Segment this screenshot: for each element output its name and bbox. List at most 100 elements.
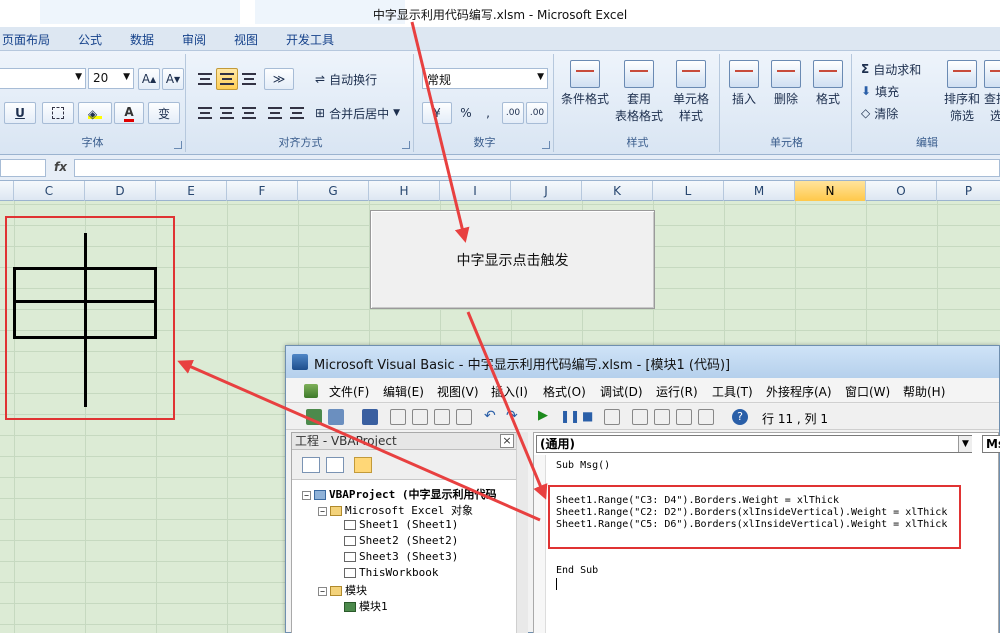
- vba-menu-edit[interactable]: 编辑(E): [383, 383, 424, 400]
- comma-button[interactable]: ,: [480, 102, 496, 124]
- close-icon[interactable]: ×: [500, 434, 514, 448]
- align-right-button[interactable]: [238, 102, 260, 124]
- pause-icon[interactable]: ❚❚: [560, 409, 580, 425]
- vba-menu-run[interactable]: 运行(R): [656, 383, 698, 400]
- number-format-box[interactable]: 常规 ▼: [422, 68, 548, 89]
- find-select-button[interactable]: 查找 选: [984, 60, 1000, 126]
- column-header-h[interactable]: H: [369, 181, 440, 201]
- run-icon[interactable]: ▶: [538, 409, 554, 425]
- object-combo[interactable]: (通用): [536, 435, 972, 453]
- tree-item-sheet1[interactable]: Sheet1 (Sheet1): [344, 518, 458, 531]
- column-header-g[interactable]: G: [298, 181, 369, 201]
- fill-button[interactable]: ⬇ 填充: [860, 80, 924, 102]
- stop-icon[interactable]: ■: [582, 409, 598, 425]
- column-header-e[interactable]: E: [156, 181, 227, 201]
- font-name-box[interactable]: ▼: [0, 68, 86, 89]
- code-line[interactable]: End Sub: [556, 565, 598, 576]
- format-as-table-button[interactable]: 套用 表格格式: [614, 60, 664, 126]
- column-header-l[interactable]: L: [653, 181, 724, 201]
- procedure-combo[interactable]: Ms: [982, 435, 1000, 453]
- vba-menu-format[interactable]: 格式(O): [543, 383, 586, 400]
- merge-center-button[interactable]: ⊞ 合并后居中 ▼: [314, 102, 410, 124]
- design-mode-icon[interactable]: [604, 409, 620, 425]
- tab-formulas[interactable]: 公式: [78, 31, 102, 48]
- toolbox-icon[interactable]: [698, 409, 714, 425]
- percent-button[interactable]: %: [456, 102, 476, 124]
- autosum-button[interactable]: Σ 自动求和: [860, 58, 944, 80]
- conditional-format-button[interactable]: 条件格式: [558, 60, 612, 126]
- decrease-indent-button[interactable]: [264, 102, 286, 124]
- column-header-f[interactable]: F: [227, 181, 298, 201]
- tree-item-vbaproject[interactable]: − VBAProject (中字显示利用代码: [302, 486, 496, 502]
- tab-data[interactable]: 数据: [130, 31, 154, 48]
- macro-trigger-button[interactable]: 中字显示点击触发: [370, 210, 655, 309]
- align-middle-button[interactable]: [216, 68, 238, 90]
- cell-styles-button[interactable]: 单元格 样式: [666, 60, 716, 126]
- find-icon[interactable]: [456, 409, 472, 425]
- properties-icon[interactable]: [654, 409, 670, 425]
- vba-menu-debug[interactable]: 调试(D): [600, 383, 643, 400]
- tree-item-sheet2[interactable]: Sheet2 (Sheet2): [344, 534, 458, 547]
- code-line[interactable]: Sub Msg(): [556, 460, 610, 471]
- vba-menu-window[interactable]: 窗口(W): [845, 383, 890, 400]
- vba-menu-tools[interactable]: 工具(T): [712, 383, 753, 400]
- align-center-button[interactable]: [216, 102, 238, 124]
- help-icon[interactable]: ?: [732, 409, 748, 425]
- tab-review[interactable]: 审阅: [182, 31, 206, 48]
- font-color-button[interactable]: A: [114, 102, 144, 124]
- number-dialog-launcher[interactable]: [542, 141, 550, 149]
- tree-item-modules[interactable]: − 模块: [318, 582, 367, 598]
- project-explorer-icon[interactable]: [632, 409, 648, 425]
- font-dialog-launcher[interactable]: [174, 141, 182, 149]
- phonetic-button[interactable]: 变: [148, 102, 180, 124]
- insert-cells-button[interactable]: 插入: [724, 60, 764, 126]
- grow-font-button[interactable]: A ▲: [138, 68, 160, 90]
- column-header-p[interactable]: P: [937, 181, 1000, 201]
- underline-button[interactable]: U: [4, 102, 36, 124]
- project-explorer-scrollbar[interactable]: [516, 432, 528, 633]
- column-header-o[interactable]: O: [866, 181, 937, 201]
- increase-decimal-button[interactable]: .00: [502, 102, 524, 124]
- clear-button[interactable]: ◇ 清除: [860, 102, 924, 124]
- insert-function-icon[interactable]: fx: [54, 160, 67, 174]
- undo-icon[interactable]: ↶: [484, 409, 500, 425]
- sort-filter-button[interactable]: 排序和 筛选: [942, 60, 982, 126]
- column-header-d[interactable]: D: [85, 181, 156, 201]
- vba-system-icon[interactable]: [304, 384, 318, 398]
- column-header-c[interactable]: C: [14, 181, 85, 201]
- redo-icon[interactable]: ↷: [506, 409, 522, 425]
- tab-page-layout[interactable]: 页面布局: [2, 31, 50, 48]
- toggle-folders-icon[interactable]: [354, 457, 372, 473]
- tab-view[interactable]: 视图: [234, 31, 258, 48]
- tab-developer[interactable]: 开发工具: [286, 31, 334, 48]
- format-cells-button[interactable]: 格式: [808, 60, 848, 126]
- shrink-font-button[interactable]: A ▼: [162, 68, 184, 90]
- delete-cells-button[interactable]: 删除: [766, 60, 806, 126]
- tree-item-module1[interactable]: 模块1: [344, 598, 388, 614]
- orientation-button[interactable]: ≫: [264, 68, 294, 90]
- view-code-icon[interactable]: [302, 457, 320, 473]
- column-header-j[interactable]: J: [511, 181, 582, 201]
- view-object-icon[interactable]: [326, 457, 344, 473]
- cut-icon[interactable]: [390, 409, 406, 425]
- vba-menu-view[interactable]: 视图(V): [437, 383, 479, 400]
- fill-color-button[interactable]: ◈: [78, 102, 112, 124]
- wrap-text-button[interactable]: ⇌ 自动换行: [314, 68, 410, 90]
- object-browser-icon[interactable]: [676, 409, 692, 425]
- tree-item-sheet3[interactable]: Sheet3 (Sheet3): [344, 550, 458, 563]
- border-button[interactable]: [42, 102, 74, 124]
- save-icon[interactable]: [362, 409, 378, 425]
- tree-item-thisworkbook[interactable]: ThisWorkbook: [344, 566, 438, 579]
- vba-menu-addins[interactable]: 外接程序(A): [766, 383, 832, 400]
- vba-menu-help[interactable]: 帮助(H): [903, 383, 945, 400]
- currency-button[interactable]: ¥: [422, 102, 452, 124]
- column-header-m[interactable]: M: [724, 181, 795, 201]
- align-bottom-button[interactable]: [238, 68, 260, 90]
- column-header-partial[interactable]: [0, 181, 14, 201]
- font-size-box[interactable]: 20 ▼: [88, 68, 134, 89]
- insert-module-icon[interactable]: [328, 409, 344, 425]
- paste-icon[interactable]: [434, 409, 450, 425]
- column-header-k[interactable]: K: [582, 181, 653, 201]
- increase-indent-button[interactable]: [286, 102, 308, 124]
- alignment-dialog-launcher[interactable]: [402, 141, 410, 149]
